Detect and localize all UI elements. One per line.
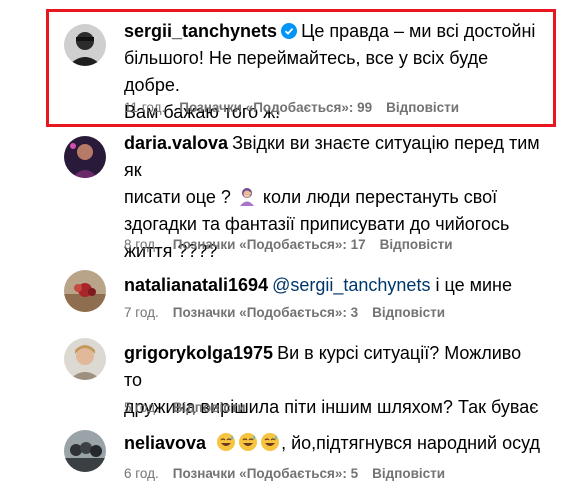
comment-likes[interactable]: Позначки «Подобається»: 3 xyxy=(173,305,358,320)
comment-username[interactable]: grigorykolga1975 xyxy=(124,343,273,363)
comment-username[interactable]: sergii_tanchynets xyxy=(124,21,277,41)
grinning-sweat-emoji xyxy=(239,433,258,451)
comment-likes[interactable]: Позначки «Подобається»: 17 xyxy=(173,237,366,252)
comment-username[interactable]: natalianatali1694 xyxy=(124,275,268,295)
comment-username[interactable]: daria.valova xyxy=(124,133,228,153)
comment-likes[interactable]: Позначки «Подобається»: 99 xyxy=(179,100,372,115)
grinning-sweat-emoji xyxy=(261,433,280,451)
avatar[interactable] xyxy=(64,136,106,178)
comment-time[interactable]: 11 год. xyxy=(124,100,165,115)
person-facepalming-emoji xyxy=(239,188,254,206)
avatar[interactable] xyxy=(64,24,106,66)
avatar[interactable] xyxy=(64,270,106,312)
comment-text-line: коли люди перестануть свої xyxy=(262,187,498,207)
comment-username[interactable]: neliavova xyxy=(124,433,206,453)
comment-time[interactable]: 8 год. xyxy=(124,237,159,252)
comment-text: і це мине xyxy=(435,275,512,295)
comment-text-line: більшого! Не переймайтесь, все у всіх бу… xyxy=(124,48,489,95)
comment-time[interactable]: 5 год. xyxy=(124,400,159,415)
comment-text-line: здогадки та фантазії приписувати до чийо… xyxy=(124,214,510,234)
comment-time[interactable]: 7 год. xyxy=(124,305,159,320)
reply-button[interactable]: Відповісти xyxy=(372,305,445,320)
grinning-sweat-emoji xyxy=(217,433,236,451)
reply-button[interactable]: Відповісти xyxy=(372,466,445,481)
comment-text-line: писати оце ? xyxy=(124,187,231,207)
mention-link[interactable]: @sergii_tanchynets xyxy=(272,275,430,295)
comment-text: , йо,підтягнувся народний осуд xyxy=(281,433,541,453)
avatar[interactable] xyxy=(64,430,106,472)
reply-button[interactable]: Відповісти xyxy=(380,237,453,252)
comment-time[interactable]: 6 год. xyxy=(124,466,159,481)
comment-likes[interactable]: Позначки «Подобається»: 5 xyxy=(173,466,358,481)
comments-panel: sergii_tanchynets Це правда – ми всі дост… xyxy=(0,0,563,498)
avatar[interactable] xyxy=(64,338,106,380)
reply-button[interactable]: Відповісти xyxy=(173,400,246,415)
reply-button[interactable]: Відповісти xyxy=(386,100,459,115)
verified-badge-icon xyxy=(281,23,298,39)
comment-text-line: Це правда – ми всі достойні xyxy=(301,21,536,41)
